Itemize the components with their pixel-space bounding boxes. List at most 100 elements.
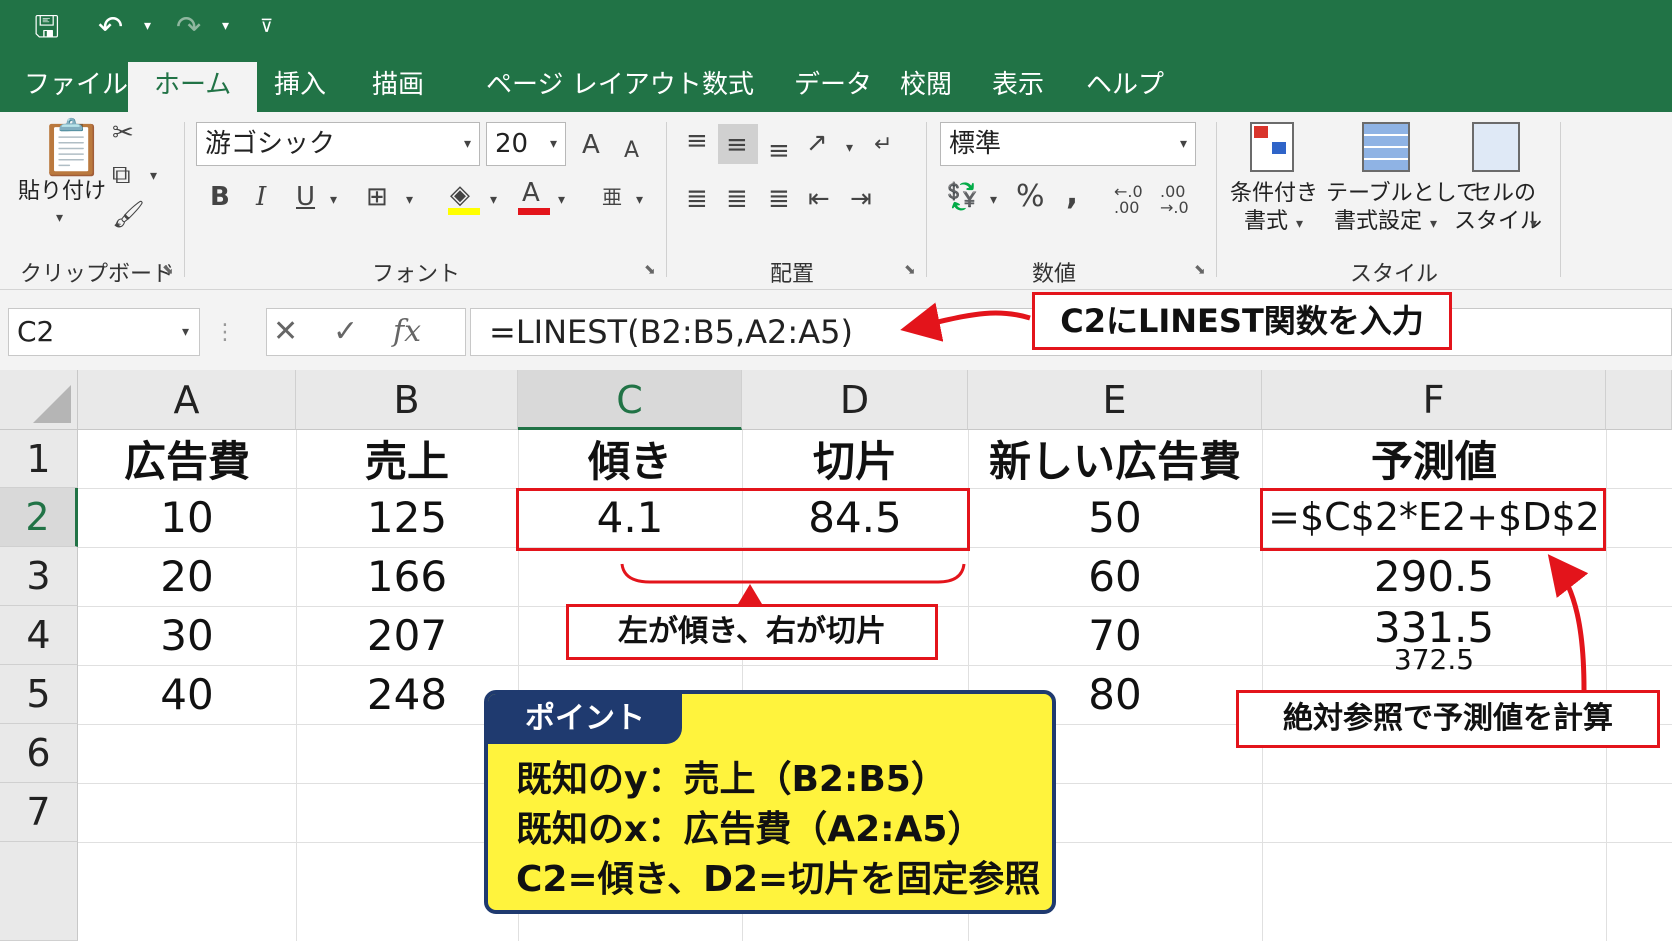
grow-font-icon[interactable]: A [582, 130, 600, 160]
format-as-table-label-2[interactable]: 書式設定 [1334, 208, 1422, 236]
redo-icon[interactable]: ↷ [176, 10, 201, 46]
row-header-6[interactable]: 6 [0, 724, 78, 783]
align-middle-icon[interactable]: ≡ [726, 130, 748, 160]
percent-style-icon[interactable]: % [1016, 182, 1045, 212]
tab-home[interactable]: ホーム [128, 62, 258, 112]
cell-a5[interactable]: 40 [78, 665, 296, 724]
wrap-text-icon[interactable]: ↵ [874, 130, 892, 160]
tab-draw[interactable]: 描画 [372, 68, 424, 102]
cell-e4[interactable]: 70 [968, 606, 1262, 665]
row-header-4[interactable]: 4 [0, 606, 78, 665]
conditional-dropdown-icon[interactable]: ▾ [1296, 216, 1303, 232]
undo-dropdown-icon[interactable]: ▾ [144, 18, 151, 34]
align-bottom-icon[interactable]: ≡ [768, 136, 790, 166]
column-header-e[interactable]: E [968, 370, 1262, 430]
conditional-format-icon[interactable] [1250, 122, 1294, 172]
tab-help[interactable]: ヘルプ [1086, 68, 1164, 102]
cell-b4[interactable]: 207 [296, 606, 518, 665]
align-left-icon[interactable]: ≣ [686, 184, 708, 214]
decrease-indent-icon[interactable]: ⇤ [808, 184, 830, 214]
conditional-format-label-2[interactable]: 書式 [1244, 208, 1288, 236]
cell-styles-icon[interactable] [1472, 122, 1520, 172]
name-box[interactable]: C2 ▾ [8, 308, 200, 356]
column-header-c[interactable]: C [518, 370, 742, 430]
cell-styles-dropdown-icon[interactable]: ▾ [1530, 216, 1537, 232]
conditional-format-label-1[interactable]: 条件付き [1230, 180, 1318, 208]
font-launcher-icon[interactable]: ⬊ [644, 262, 656, 278]
orientation-dropdown-icon[interactable]: ▾ [846, 140, 853, 156]
number-format-dropdown[interactable]: 標準 ▾ [940, 122, 1196, 166]
clipboard-launcher-icon[interactable]: ⬊ [162, 262, 174, 278]
decrease-decimal-icon[interactable]: .00 →.0 [1160, 184, 1189, 216]
increase-indent-icon[interactable]: ⇥ [850, 184, 872, 214]
row-header-1[interactable]: 1 [0, 430, 78, 488]
font-name-dropdown[interactable]: 游ゴシック ▾ [196, 122, 480, 166]
row-header-3[interactable]: 3 [0, 547, 78, 606]
format-painter-icon[interactable]: 🖌 [112, 200, 145, 230]
cell-e1[interactable]: 新しい広告費 [968, 434, 1262, 490]
column-header-g[interactable] [1606, 370, 1672, 430]
cell-a2[interactable]: 10 [78, 488, 296, 547]
select-all-corner[interactable] [0, 370, 78, 430]
align-top-icon[interactable]: ≡ [686, 126, 708, 156]
bold-icon[interactable]: B [210, 182, 230, 212]
cell-styles-label-1[interactable]: セルの [1470, 180, 1536, 208]
accounting-format-icon[interactable]: 💱 [946, 182, 978, 212]
more-options-icon[interactable]: ⋮ [214, 318, 236, 348]
cancel-icon[interactable]: ✕ [273, 317, 298, 347]
column-header-f[interactable]: F [1262, 370, 1606, 430]
insert-function-icon[interactable]: fx [393, 317, 421, 347]
row-header-7[interactable]: 7 [0, 783, 78, 842]
font-color-dropdown-icon[interactable]: ▾ [558, 192, 565, 208]
cell-f4[interactable]: 331.5 [1262, 602, 1606, 654]
column-header-d[interactable]: D [742, 370, 968, 430]
cell-f3[interactable]: 290.5 [1262, 547, 1606, 606]
format-as-table-dropdown-icon[interactable]: ▾ [1430, 216, 1437, 232]
cell-d1[interactable]: 切片 [742, 434, 968, 490]
tab-view[interactable]: 表示 [992, 68, 1044, 102]
row-header-2[interactable]: 2 [0, 488, 78, 547]
borders-dropdown-icon[interactable]: ▾ [406, 192, 413, 208]
paste-icon[interactable]: 📋 [38, 118, 105, 178]
format-as-table-icon[interactable] [1362, 122, 1410, 172]
align-center-icon[interactable]: ≣ [726, 184, 748, 214]
cut-icon[interactable]: ✂ [112, 118, 134, 148]
tab-insert[interactable]: 挿入 [274, 68, 326, 102]
alignment-launcher-icon[interactable]: ⬊ [904, 262, 916, 278]
cell-b2[interactable]: 125 [296, 488, 518, 547]
phonetic-guide-icon[interactable]: 亜 [602, 182, 622, 212]
phonetic-dropdown-icon[interactable]: ▾ [636, 192, 643, 208]
cell-b1[interactable]: 売上 [296, 434, 518, 490]
column-header-b[interactable]: B [296, 370, 518, 430]
accounting-dropdown-icon[interactable]: ▾ [990, 192, 997, 208]
row-header-8[interactable] [0, 842, 78, 941]
column-header-a[interactable]: A [78, 370, 296, 430]
cell-f1[interactable]: 予測値 [1262, 434, 1606, 490]
cell-e3[interactable]: 60 [968, 547, 1262, 606]
underline-dropdown-icon[interactable]: ▾ [330, 192, 337, 208]
cell-a1[interactable]: 広告費 [78, 434, 296, 490]
borders-icon[interactable]: ⊞ [366, 182, 388, 212]
cell-a3[interactable]: 20 [78, 547, 296, 606]
paste-dropdown-icon[interactable]: ▾ [56, 210, 63, 226]
cell-a4[interactable]: 30 [78, 606, 296, 665]
italic-icon[interactable]: I [256, 182, 266, 212]
copy-dropdown-icon[interactable]: ▾ [150, 168, 157, 184]
copy-icon[interactable]: ⧉ [112, 160, 131, 190]
comma-style-icon[interactable]: , [1066, 177, 1078, 209]
shrink-font-icon[interactable]: A [624, 136, 639, 166]
cell-c1[interactable]: 傾き [518, 434, 742, 490]
cell-styles-label-2[interactable]: スタイル [1454, 208, 1542, 236]
customize-qat-icon[interactable]: ⊽ [260, 16, 273, 37]
cell-e2[interactable]: 50 [968, 488, 1262, 547]
enter-icon[interactable]: ✓ [333, 317, 358, 347]
tab-formulas[interactable]: 数式 [702, 68, 754, 102]
tab-review[interactable]: 校閲 [900, 68, 952, 102]
align-right-icon[interactable]: ≣ [768, 184, 790, 214]
redo-dropdown-icon[interactable]: ▾ [222, 18, 229, 34]
fill-color-icon[interactable]: ◈ [450, 180, 470, 210]
paste-label[interactable]: 貼り付け [18, 178, 106, 206]
format-as-table-label-1[interactable]: テーブルとして [1326, 180, 1478, 208]
tab-page-layout[interactable]: ページ レイアウト [486, 68, 702, 102]
font-size-dropdown[interactable]: 20 ▾ [486, 122, 566, 166]
